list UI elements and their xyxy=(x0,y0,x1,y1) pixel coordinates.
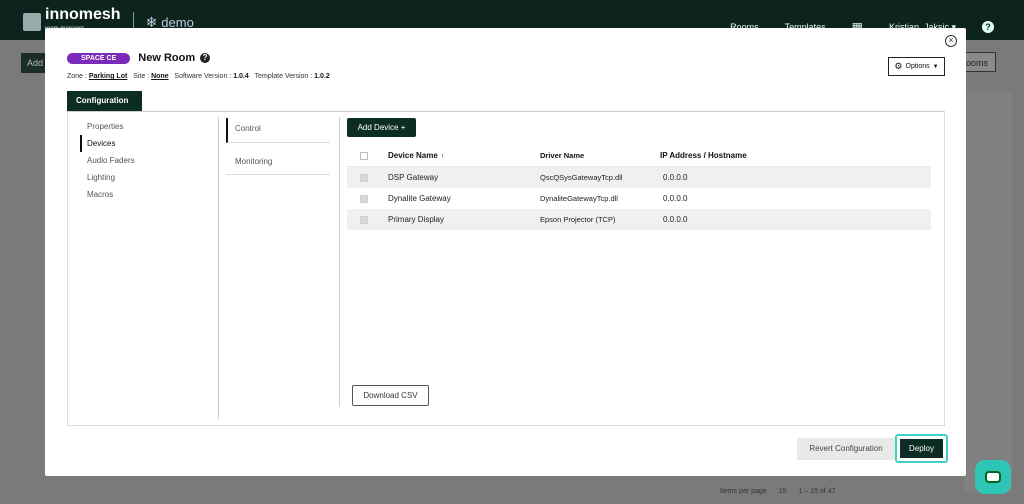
ip-address: 0.0.0.0 xyxy=(663,194,688,203)
table-row[interactable]: Primary Display Epson Projector (TCP) 0.… xyxy=(347,209,931,230)
chat-icon xyxy=(985,471,1001,483)
caret-down-icon: ▼ xyxy=(932,63,939,70)
column-driver-name[interactable]: Driver Name xyxy=(540,151,658,160)
table-row[interactable]: Dynalite Gateway DynaliteGatewayTcp.dll … xyxy=(347,188,931,209)
column-ip-address[interactable]: IP Address / Hostname xyxy=(658,151,808,160)
device-name: Dynalite Gateway xyxy=(388,194,451,203)
close-icon[interactable]: × xyxy=(945,35,957,47)
ip-address: 0.0.0.0 xyxy=(663,173,688,182)
device-name: Primary Display xyxy=(388,215,445,224)
revert-configuration-button[interactable]: Revert Configuration xyxy=(797,438,895,460)
logo-mark-icon xyxy=(23,13,41,31)
help-icon[interactable]: ? xyxy=(982,21,994,33)
row-checkbox[interactable] xyxy=(360,194,368,203)
ip-address: 0.0.0.0 xyxy=(663,215,688,224)
driver-name: QscQSysGatewayTcp.dll xyxy=(540,173,623,182)
table-row[interactable]: DSP Gateway QscQSysGatewayTcp.dll 0.0.0.… xyxy=(347,167,931,188)
device-name: DSP Gateway xyxy=(388,173,439,182)
room-modal: × SPACE CE New Room ? Zone : Parking Lot… xyxy=(45,28,966,476)
bg-pagination: Items per page 15 1 – 15 of 47 xyxy=(720,488,835,495)
software-version: 1.0.4 xyxy=(233,73,249,80)
zone-link[interactable]: Parking Lot xyxy=(89,73,128,80)
side-item-lighting[interactable]: Lighting xyxy=(80,169,220,186)
row-checkbox[interactable] xyxy=(360,215,368,224)
template-version: 1.0.2 xyxy=(314,73,330,80)
side-item-devices[interactable]: Devices xyxy=(80,135,220,152)
site-link[interactable]: None xyxy=(151,73,169,80)
select-all-checkbox[interactable] xyxy=(360,151,368,160)
chat-button[interactable] xyxy=(975,460,1011,494)
configuration-panel: Properties Devices Audio Faders Lighting… xyxy=(67,111,945,426)
site-label: Site : xyxy=(133,73,150,80)
modal-header: SPACE CE New Room ? xyxy=(67,52,211,64)
options-button[interactable]: ⚙ Options ▼ xyxy=(888,57,945,76)
side-item-audio-faders[interactable]: Audio Faders xyxy=(80,152,220,169)
deploy-focus-ring: Deploy xyxy=(895,434,948,463)
driver-name: Epson Projector (TCP) xyxy=(540,215,616,224)
options-label: Options xyxy=(905,63,930,70)
divider xyxy=(218,117,219,419)
brand-name: innomesh xyxy=(45,6,121,23)
pagination-range: 1 – 15 of 47 xyxy=(798,488,836,495)
download-csv-button[interactable]: Download CSV xyxy=(352,385,429,406)
items-per-page-value: 15 xyxy=(778,488,787,495)
sub-item-monitoring[interactable]: Monitoring xyxy=(226,151,330,175)
add-device-button[interactable]: Add Device + xyxy=(347,118,416,137)
sort-up-icon: ↑ xyxy=(440,153,445,160)
bg-table xyxy=(964,92,1012,492)
driver-name: DynaliteGatewayTcp.dll xyxy=(540,194,618,203)
deploy-button[interactable]: Deploy xyxy=(900,439,943,458)
column-device-name[interactable]: Device Name ↑ xyxy=(388,151,540,160)
tab-configuration[interactable]: Configuration xyxy=(67,91,142,111)
side-item-macros[interactable]: Macros xyxy=(80,186,220,203)
software-version-label: Software Version : xyxy=(174,73,232,80)
items-per-page-label: Items per page xyxy=(720,488,767,495)
sub-item-control[interactable]: Control xyxy=(226,118,330,143)
sub-menu: Control Monitoring xyxy=(226,118,330,175)
zone-label: Zone : xyxy=(67,73,87,80)
divider xyxy=(339,117,340,407)
side-menu: Properties Devices Audio Faders Lighting… xyxy=(80,118,220,203)
devices-table: Device Name ↑ Driver Name IP Address / Ho… xyxy=(347,145,931,230)
side-item-properties[interactable]: Properties xyxy=(80,118,220,135)
space-badge: SPACE CE xyxy=(67,52,131,64)
table-header: Device Name ↑ Driver Name IP Address / Ho… xyxy=(347,145,931,167)
room-title: New Room xyxy=(138,52,196,64)
row-checkbox[interactable] xyxy=(360,173,368,182)
help-icon[interactable]: ? xyxy=(200,53,211,63)
template-version-label: Template Version : xyxy=(254,73,313,80)
gear-icon: ⚙ xyxy=(894,61,903,71)
room-meta: Zone : Parking Lot Site : None Software … xyxy=(67,73,330,80)
